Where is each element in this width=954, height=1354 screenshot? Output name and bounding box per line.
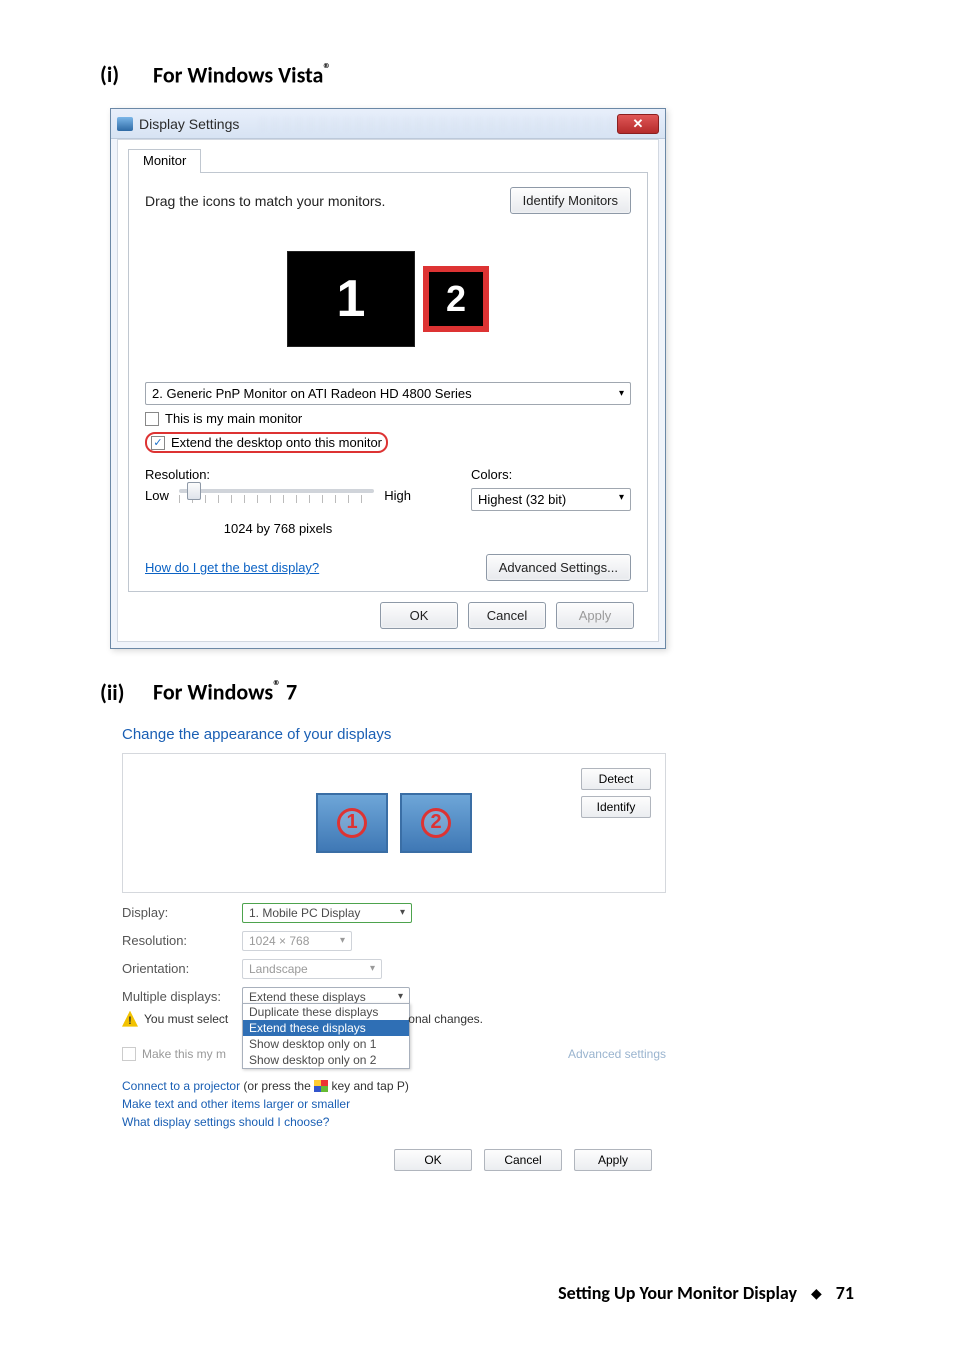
multiple-displays-label: Multiple displays:: [122, 989, 230, 1004]
slider-thumb[interactable]: [187, 482, 201, 500]
heading-vista: (i) For Windows Vista®: [100, 60, 854, 88]
win7-dialog-buttons: OK Cancel Apply: [110, 1133, 666, 1171]
heading-vista-num: (i): [100, 61, 148, 88]
connect-projector-link[interactable]: Connect to a projector (or press the key…: [122, 1079, 666, 1093]
warning-icon: !: [122, 1011, 138, 1027]
window-icon: [117, 117, 133, 131]
chevron-down-icon: ▾: [370, 963, 375, 974]
text-size-link[interactable]: Make text and other items larger or smal…: [122, 1097, 666, 1111]
win7-screen-resolution-window: Change the appearance of your displays D…: [110, 726, 666, 1171]
monitor-number-2: 2: [421, 808, 451, 838]
display-dropdown[interactable]: 1. Mobile PC Display ▾: [242, 903, 412, 923]
heading-win7-text-b: 7: [281, 679, 297, 706]
apply-button[interactable]: Apply: [574, 1149, 652, 1171]
monitor-number-1: 1: [337, 808, 367, 838]
extend-desktop-highlight: ✓ Extend the desktop onto this monitor: [145, 432, 388, 453]
resolution-dropdown[interactable]: 1024 × 768 ▾: [242, 931, 352, 951]
resolution-label: Resolution:: [145, 467, 411, 482]
warn-text-b: onal changes.: [408, 1012, 483, 1026]
display-value: 1. Mobile PC Display: [249, 906, 360, 920]
slider-track[interactable]: [179, 489, 374, 493]
vista-body: Monitor Drag the icons to match your mon…: [117, 139, 659, 642]
main-monitor-label: This is my main monitor: [165, 411, 302, 426]
check-icon: ✓: [153, 436, 162, 449]
advanced-settings-button[interactable]: Advanced Settings...: [486, 554, 631, 581]
heading-win7: (ii) For Windows® 7: [100, 677, 854, 705]
monitor-icon-2[interactable]: 2: [423, 266, 489, 332]
heading-win7-text-a: For Windows: [153, 679, 273, 706]
resolution-value: 1024 × 768: [249, 934, 309, 948]
win7-display-panel: Detect Identify 1 2: [122, 753, 666, 893]
resolution-slider[interactable]: Low High: [145, 488, 411, 503]
titlebar-blur: [259, 117, 617, 131]
extend-desktop-label: Extend the desktop onto this monitor: [171, 435, 382, 450]
multiple-displays-value: Extend these displays: [249, 990, 366, 1004]
monitor-icon-2[interactable]: 2: [400, 793, 472, 853]
main-monitor-checkbox[interactable]: [145, 412, 159, 426]
best-display-help-link[interactable]: How do I get the best display?: [145, 560, 319, 575]
chevron-down-icon: ▾: [400, 907, 405, 918]
monitor-icon-1[interactable]: 1: [316, 793, 388, 853]
vista-panel: Drag the icons to match your monitors. I…: [128, 172, 648, 592]
vista-titlebar[interactable]: Display Settings ✕: [111, 109, 665, 139]
orientation-label: Orientation:: [122, 961, 230, 976]
vista-display-settings-window: Display Settings ✕ Monitor Drag the icon…: [110, 108, 666, 649]
make-main-label: Make this my m: [142, 1047, 226, 1061]
footer-title: Setting Up Your Monitor Display: [558, 1282, 797, 1304]
advanced-settings-link[interactable]: Advanced settings: [568, 1047, 666, 1061]
chevron-down-icon: ▾: [340, 935, 345, 946]
win7-form: Display: 1. Mobile PC Display ▾ Resoluti…: [122, 903, 666, 1065]
page-number: 71: [836, 1282, 854, 1304]
chevron-down-icon: ▾: [398, 991, 403, 1002]
chevron-down-icon: ▾: [619, 492, 624, 507]
vista-dialog-buttons: OK Cancel Apply: [128, 592, 648, 629]
cancel-button[interactable]: Cancel: [468, 602, 546, 629]
chevron-down-icon: ▾: [619, 388, 624, 399]
monitor-select-dropdown[interactable]: 2. Generic PnP Monitor on ATI Radeon HD …: [145, 382, 631, 405]
apply-button[interactable]: Apply: [556, 602, 634, 629]
resolution-value: 1024 by 768 pixels: [145, 521, 411, 536]
close-button[interactable]: ✕: [617, 114, 659, 134]
ok-button[interactable]: OK: [380, 602, 458, 629]
registered-icon: ®: [273, 677, 281, 696]
drag-instruction: Drag the icons to match your monitors.: [145, 193, 385, 209]
windows-key-icon: [314, 1080, 328, 1092]
diamond-icon: ◆: [811, 1285, 822, 1302]
win7-monitor-arena[interactable]: 1 2: [137, 768, 651, 878]
identify-button[interactable]: Identify: [581, 796, 651, 818]
orientation-value: Landscape: [249, 962, 308, 976]
display-label: Display:: [122, 905, 230, 920]
identify-monitors-button[interactable]: Identify Monitors: [510, 187, 631, 214]
extend-desktop-checkbox[interactable]: ✓: [151, 436, 165, 450]
slider-high-label: High: [384, 488, 411, 503]
main-monitor-row: This is my main monitor: [145, 411, 631, 426]
make-main-checkbox[interactable]: [122, 1047, 136, 1061]
tab-monitor[interactable]: Monitor: [128, 149, 201, 173]
heading-vista-text: For Windows Vista: [153, 61, 323, 88]
close-icon: ✕: [633, 116, 644, 132]
detect-button[interactable]: Detect: [581, 768, 651, 790]
cancel-button[interactable]: Cancel: [484, 1149, 562, 1171]
ok-button[interactable]: OK: [394, 1149, 472, 1171]
monitor-arena[interactable]: 1 2: [145, 224, 631, 374]
colors-value: Highest (32 bit): [478, 492, 566, 507]
orientation-dropdown[interactable]: Landscape ▾: [242, 959, 382, 979]
monitor-select-value: 2. Generic PnP Monitor on ATI Radeon HD …: [152, 386, 472, 401]
heading-win7-num: (ii): [100, 679, 148, 706]
slider-ticks: [179, 495, 374, 503]
registered-icon: ®: [323, 60, 331, 79]
slider-low-label: Low: [145, 488, 169, 503]
colors-label: Colors:: [471, 467, 631, 482]
page-footer: Setting Up Your Monitor Display ◆ 71: [558, 1282, 854, 1304]
colors-dropdown[interactable]: Highest (32 bit) ▾: [471, 488, 631, 511]
win7-page-title: Change the appearance of your displays: [122, 726, 666, 743]
warn-text-a: You must select: [144, 1012, 228, 1026]
resolution-label: Resolution:: [122, 933, 230, 948]
monitor-icon-1[interactable]: 1: [287, 251, 415, 347]
window-title: Display Settings: [139, 116, 239, 132]
win7-helper-links: Connect to a projector (or press the key…: [122, 1079, 666, 1129]
display-settings-help-link[interactable]: What display settings should I choose?: [122, 1115, 666, 1129]
